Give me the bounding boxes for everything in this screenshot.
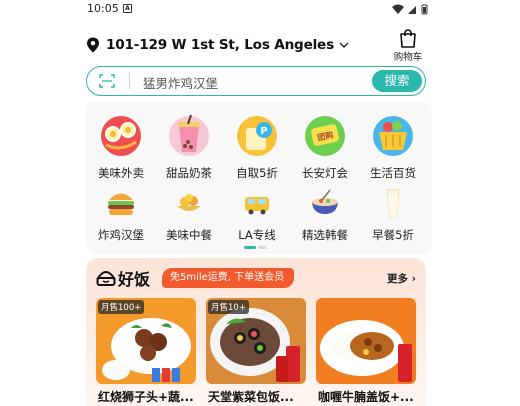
search-input[interactable]: 猛男炸鸡汉堡 <box>143 73 218 92</box>
location-pin-icon <box>87 37 99 53</box>
category-label: 早餐5折 <box>372 228 414 242</box>
burger-icon <box>108 193 134 215</box>
category-breakfast[interactable]: 早餐5折 <box>358 186 428 243</box>
search-button[interactable]: 搜索 <box>372 69 422 92</box>
food-title[interactable]: 咖喱牛腩盖饭+... <box>318 388 414 405</box>
bowl-logo-icon <box>96 271 116 286</box>
address-text: 101-129 W 1st St, Los Angeles <box>106 37 334 53</box>
good-food-brand: 好饭 <box>118 270 151 289</box>
cart-button[interactable]: 购物车 <box>388 28 428 64</box>
category-label: 自取5折 <box>236 166 278 180</box>
scan-icon[interactable] <box>99 74 115 88</box>
pickup-icon: P <box>237 116 277 156</box>
grocery-basket-icon <box>373 116 413 156</box>
shopping-bag-icon <box>400 29 416 48</box>
category-label: 精选韩餐 <box>302 228 348 242</box>
chinese-food-icon <box>177 194 201 211</box>
food-card[interactable] <box>316 298 416 384</box>
sales-badge: 月售10+ <box>208 300 249 314</box>
food-card[interactable]: 月售100+ <box>96 298 196 384</box>
category-chinese-food[interactable]: 美味中餐 <box>154 186 224 243</box>
notification-icon: A <box>123 4 132 13</box>
bus-icon <box>245 197 269 215</box>
category-grocery[interactable]: 生活百货 <box>358 112 428 181</box>
category-label: 炸鸡汉堡 <box>98 228 144 242</box>
food-title[interactable]: 红烧狮子头+蔬... <box>98 388 194 405</box>
promo-banner[interactable]: 免5mile运费, 下单送会员 <box>162 268 295 288</box>
good-food-section: 好饭 免5mile运费, 下单送会员 更多 › 月售100+ 红烧狮子头+蔬..… <box>86 258 426 406</box>
lantern-festival-icon: 团购 <box>305 116 345 156</box>
milk-glass-icon <box>386 189 400 218</box>
category-korean-food[interactable]: 精选韩餐 <box>290 186 360 243</box>
sales-badge: 月售100+ <box>98 300 145 314</box>
page-dot <box>258 246 266 249</box>
takeout-icon <box>101 116 141 156</box>
category-label: 生活百货 <box>370 166 416 180</box>
category-label: LA专线 <box>238 228 276 242</box>
status-time: 10:05 <box>87 2 119 15</box>
category-burger[interactable]: 炸鸡汉堡 <box>86 186 156 243</box>
cart-label: 购物车 <box>393 52 423 63</box>
food-title[interactable]: 天堂紫菜包饭... <box>208 388 294 405</box>
address-selector[interactable]: 101-129 W 1st St, Los Angeles <box>86 35 349 55</box>
chevron-down-icon <box>339 42 349 48</box>
status-bar: 10:05 A <box>0 0 520 18</box>
category-label: 美味外卖 <box>98 166 144 180</box>
category-label: 美味中餐 <box>166 228 212 242</box>
category-milk-tea[interactable]: 甜品奶茶 <box>154 112 224 181</box>
more-link[interactable]: 更多 › <box>387 271 416 286</box>
page-dot-active <box>244 246 256 249</box>
svg-text:P: P <box>260 126 267 137</box>
category-label: 甜品奶茶 <box>166 166 212 180</box>
search-divider <box>129 73 130 89</box>
category-lantern-festival[interactable]: 团购 长安灯会 <box>290 112 360 181</box>
korean-food-icon <box>312 189 338 214</box>
food-photo-curry-beef <box>316 298 416 384</box>
search-bar[interactable]: 猛男炸鸡汉堡 搜索 <box>86 66 426 96</box>
food-card[interactable]: 月售10+ <box>206 298 306 384</box>
milk-tea-icon <box>169 114 209 156</box>
more-label: 更多 <box>387 273 409 285</box>
wifi-battery-icons <box>392 4 428 15</box>
category-pickup[interactable]: P 自取5折 <box>222 112 292 181</box>
category-label: 长安灯会 <box>302 166 348 180</box>
category-takeout[interactable]: 美味外卖 <box>86 112 156 181</box>
good-food-logo: 好饭 <box>96 266 150 290</box>
category-la-line[interactable]: LA专线 <box>222 186 292 243</box>
